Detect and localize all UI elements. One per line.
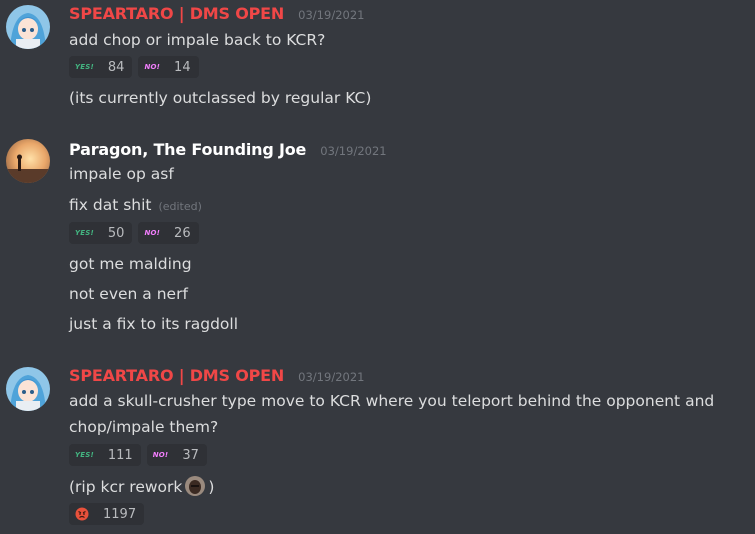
- reaction-yes[interactable]: YES! 84: [69, 56, 133, 78]
- avatar[interactable]: [6, 367, 50, 411]
- reaction-count: 84: [107, 59, 125, 75]
- yes-emoji-icon: YES!: [75, 229, 94, 237]
- message-text: got me malding: [69, 255, 192, 273]
- reaction-no[interactable]: NO! 26: [138, 222, 199, 244]
- yes-emoji-icon: YES!: [75, 451, 94, 459]
- timestamp: 03/19/2021: [298, 8, 365, 22]
- edited-label: (edited): [158, 200, 202, 213]
- reaction-yes[interactable]: YES! 111: [69, 444, 141, 466]
- reaction-yes[interactable]: YES! 50: [69, 222, 133, 244]
- message-text: ): [208, 478, 215, 496]
- message-text-with-emoji: (rip kcr rework): [69, 476, 214, 496]
- timestamp: 03/19/2021: [320, 144, 387, 158]
- avatar[interactable]: [6, 139, 50, 183]
- username[interactable]: SPEARTARO | DMS OPEN: [69, 366, 284, 385]
- angry-face-icon: [75, 507, 89, 521]
- avatar[interactable]: [6, 5, 50, 49]
- custom-face-emoji-icon[interactable]: [185, 476, 206, 496]
- message-text: fix dat shit: [69, 196, 152, 214]
- message-text: (its currently outclassed by regular KC): [69, 89, 372, 107]
- no-emoji-icon: NO!: [152, 451, 169, 459]
- reaction-count: 37: [182, 447, 199, 463]
- message-text: chop/impale them?: [69, 418, 219, 436]
- reaction-no[interactable]: NO! 14: [138, 56, 199, 78]
- message-text: add a skull-crusher type move to KCR whe…: [69, 392, 715, 410]
- no-emoji-icon: NO!: [144, 229, 161, 237]
- yes-emoji-icon: YES!: [75, 63, 94, 71]
- reaction-angry[interactable]: 1197: [69, 503, 145, 525]
- reaction-no[interactable]: NO! 37: [146, 444, 207, 466]
- message-text: add chop or impale back to KCR?: [69, 31, 326, 49]
- reaction-count: 1197: [103, 506, 137, 522]
- message-text: impale op asf: [69, 165, 174, 183]
- username[interactable]: Paragon, The Founding Joe: [69, 140, 306, 159]
- reaction-count: 14: [174, 59, 191, 75]
- username[interactable]: SPEARTARO | DMS OPEN: [69, 4, 284, 23]
- reaction-count: 111: [107, 447, 133, 463]
- timestamp: 03/19/2021: [298, 370, 365, 384]
- reaction-bar: 1197: [69, 503, 145, 525]
- no-emoji-icon: NO!: [144, 63, 161, 71]
- reaction-count: 50: [107, 225, 125, 241]
- message-text-edited: fix dat shit (edited): [69, 196, 202, 214]
- message-text: just a fix to its ragdoll: [69, 315, 239, 333]
- reaction-bar: YES! 111 NO! 37: [69, 444, 207, 466]
- message-text: (rip kcr rework: [69, 478, 183, 496]
- reaction-bar: YES! 84 NO! 14: [69, 56, 199, 78]
- message-text: not even a nerf: [69, 285, 188, 303]
- reaction-bar: YES! 50 NO! 26: [69, 222, 199, 244]
- reaction-count: 26: [174, 225, 191, 241]
